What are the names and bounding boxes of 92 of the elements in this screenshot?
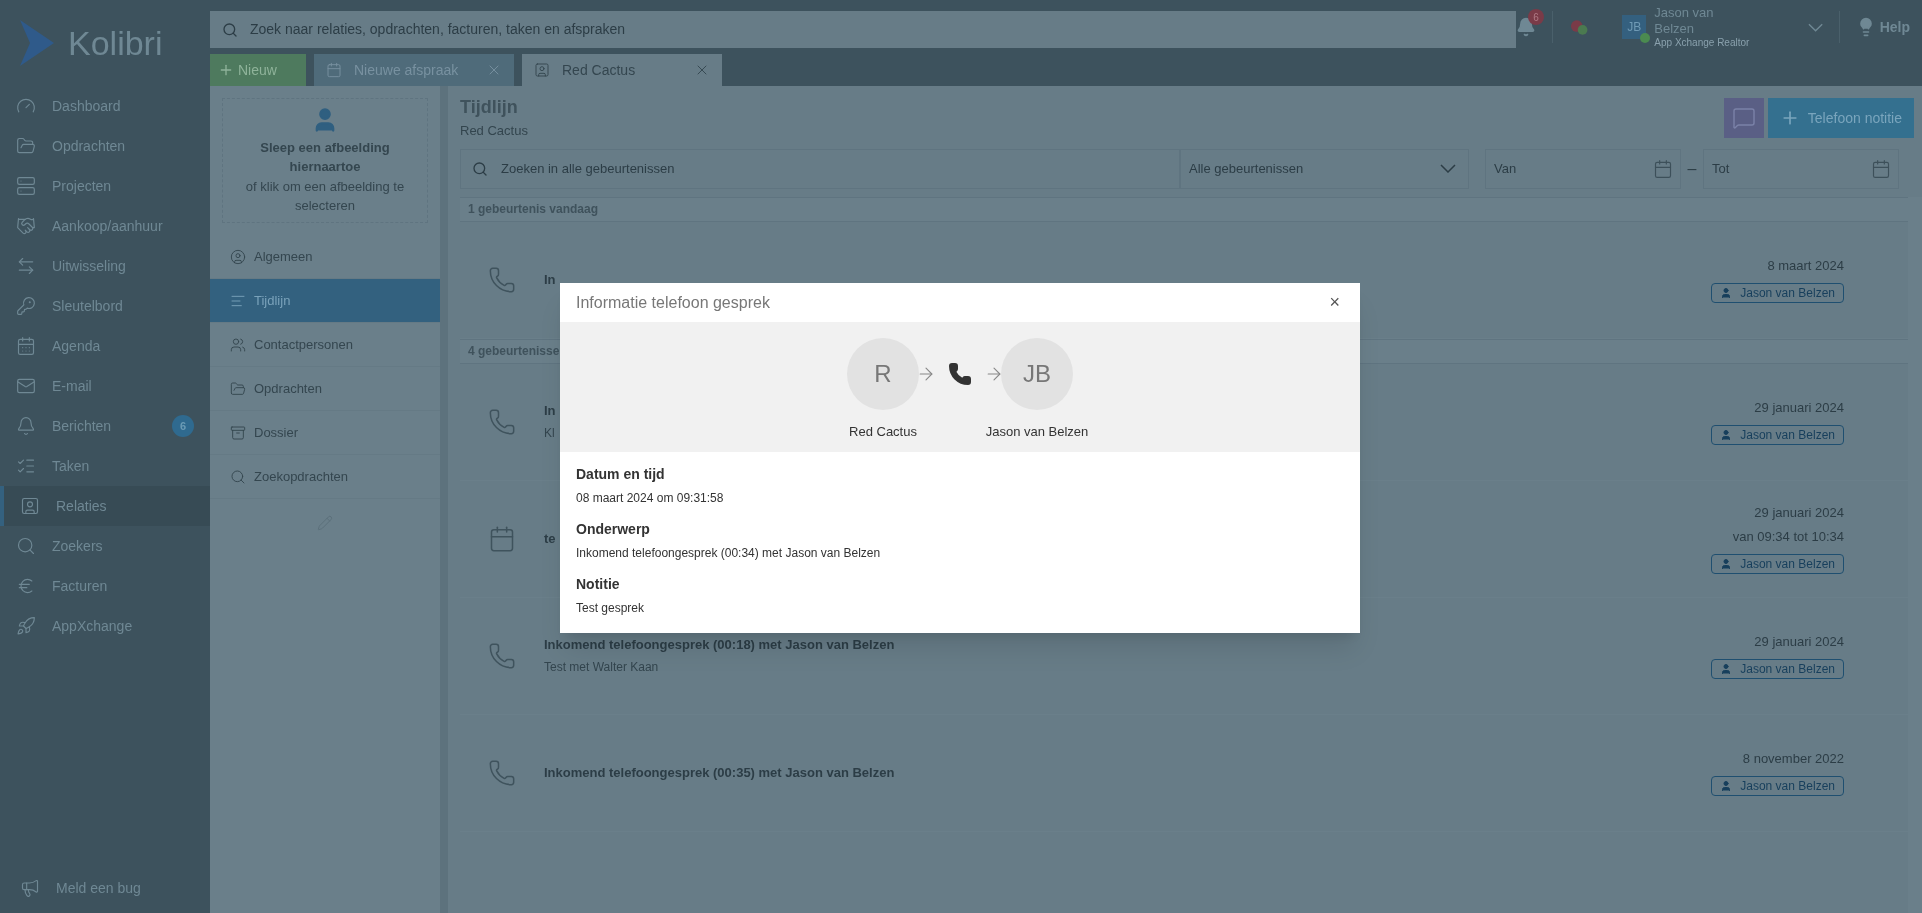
event-title: In xyxy=(544,270,556,289)
date-to-field[interactable]: Tot xyxy=(1703,148,1899,189)
callee-name: Jason van Belzen xyxy=(985,423,1089,441)
person-icon xyxy=(1720,287,1733,300)
user-tag[interactable]: Jason van Belzen xyxy=(1711,425,1844,446)
field-value: Test gesprek xyxy=(576,600,646,617)
panel-menu-item[interactable]: Dossier xyxy=(210,411,440,455)
nav-icon xyxy=(16,416,36,436)
upload-hint: of klik om een afbeelding te selecteren xyxy=(244,177,406,215)
nav-icon xyxy=(20,496,40,516)
nav-icon xyxy=(16,376,36,396)
menu-icon xyxy=(230,380,246,397)
calendar-icon xyxy=(1653,158,1673,179)
phone-icon xyxy=(948,362,972,386)
event-date: 29 januari 2024 xyxy=(1754,504,1844,522)
event-date: 29 januari 2024 xyxy=(1754,398,1844,417)
caller-avatar: R xyxy=(847,338,919,410)
panel-menu-item[interactable]: Opdrachten xyxy=(210,367,440,411)
event-title: Inkomend telefoongesprek (00:18) met Jason van Belzen xyxy=(544,635,895,654)
search-icon xyxy=(222,21,238,38)
nav-icon xyxy=(16,536,36,556)
user-role: App Xchange Realtor xyxy=(1654,37,1751,50)
plus-icon xyxy=(218,62,234,78)
user-tag[interactable]: Jason van Belzen xyxy=(1711,776,1844,797)
timeline-search-field[interactable]: Zoeken in alle gebeurtenissen xyxy=(460,148,1180,189)
event-title: te xyxy=(544,529,556,548)
person-icon xyxy=(1720,663,1733,676)
nav-item[interactable]: Relaties xyxy=(0,486,210,526)
date-separator: – xyxy=(1686,158,1698,179)
nav-icon xyxy=(16,176,36,196)
nav-icon xyxy=(16,136,36,156)
person-icon xyxy=(1720,558,1733,570)
field-label: Onderwerp xyxy=(576,520,651,539)
user-avatar[interactable]: JB xyxy=(1622,15,1647,39)
phone-icon xyxy=(488,641,516,670)
megaphone-icon xyxy=(20,878,40,898)
calendar-icon xyxy=(488,524,516,553)
date-from-field[interactable]: Van xyxy=(1485,148,1681,189)
caller-name: Red Cactus xyxy=(849,423,917,441)
page-subtitle: Red Cactus xyxy=(460,122,528,140)
count-badge: 6 xyxy=(172,415,194,437)
new-button[interactable]: Nieuw xyxy=(210,54,306,86)
menu-icon xyxy=(230,424,246,441)
menu-icon xyxy=(230,336,246,353)
panel-menu-item[interactable]: Contactpersonen xyxy=(210,323,440,367)
person-icon xyxy=(1720,780,1733,793)
calendar-icon xyxy=(1871,158,1891,179)
event-date: 29 januari 2024 xyxy=(1754,632,1844,651)
global-search-field[interactable]: Zoek naar relaties, opdrachten, facturen, taken en afspraken xyxy=(210,10,1516,48)
event-note: Test met Walter Kaan xyxy=(544,659,659,677)
person-icon xyxy=(1720,429,1733,442)
chat-button[interactable] xyxy=(1723,98,1764,138)
nav-icon xyxy=(16,216,36,236)
event-note: Kl xyxy=(544,425,555,443)
user-tag[interactable]: Jason van Belzen xyxy=(1711,554,1844,574)
phone-icon xyxy=(488,758,516,787)
chat-icon xyxy=(1731,106,1756,130)
field-value: 08 maart 2024 om 09:31:58 xyxy=(576,490,725,507)
callee-avatar: JB xyxy=(1001,338,1073,410)
menu-icon xyxy=(230,468,246,485)
chevron-down-icon xyxy=(1807,22,1823,32)
event-date: 8 november 2022 xyxy=(1742,749,1844,768)
contact-icon xyxy=(534,62,550,78)
phone-icon xyxy=(488,407,516,436)
timeline-event[interactable]: Inkomend telefoongesprek (00:35) met Jason van Belzen 8 november 2022 Jason van Belzen xyxy=(460,714,1908,832)
event-time: van 09:34 tot 10:34 xyxy=(1732,527,1844,546)
panel-menu-item[interactable]: Zoekopdrachten xyxy=(210,455,440,499)
field-value: Inkomend telefoongesprek (00:34) met Jason van Belzen xyxy=(576,545,882,562)
dialog-title: Informatie telefoon gesprek xyxy=(576,292,770,313)
notification-badge: 6 xyxy=(1528,9,1544,25)
nav-icon xyxy=(16,256,36,276)
chevron-down-icon xyxy=(1440,164,1456,173)
phone-icon xyxy=(488,265,516,294)
search-icon xyxy=(472,160,488,177)
event-date: 8 maart 2024 xyxy=(1767,256,1844,275)
field-label: Notitie xyxy=(576,575,621,594)
image-drop-zone[interactable]: Sleep een afbeelding hiernaartoe of klik om een afbeelding te selecteren xyxy=(222,98,428,223)
field-label: Datum en tijd xyxy=(576,465,666,484)
calendar-icon xyxy=(326,62,342,78)
phone-note-button[interactable]: Telefoon notitie xyxy=(1767,98,1914,138)
user-tag[interactable]: Jason van Belzen xyxy=(1711,283,1844,304)
menu-icon xyxy=(230,248,246,265)
close-button[interactable]: × xyxy=(1325,289,1344,316)
event-title: In xyxy=(544,401,556,420)
event-type-dropdown[interactable]: Alle gebeurtenissen xyxy=(1180,148,1469,189)
tab[interactable]: Red Cactus xyxy=(522,54,722,86)
nav-icon xyxy=(16,296,36,316)
nav-icon xyxy=(16,616,36,636)
user-tag[interactable]: Jason van Belzen xyxy=(1711,659,1844,680)
nav-icon xyxy=(16,336,36,356)
event-title: Inkomend telefoongesprek (00:35) met Jason van Belzen xyxy=(544,763,895,782)
panel-menu-item[interactable]: Tijdlijn xyxy=(210,279,440,323)
